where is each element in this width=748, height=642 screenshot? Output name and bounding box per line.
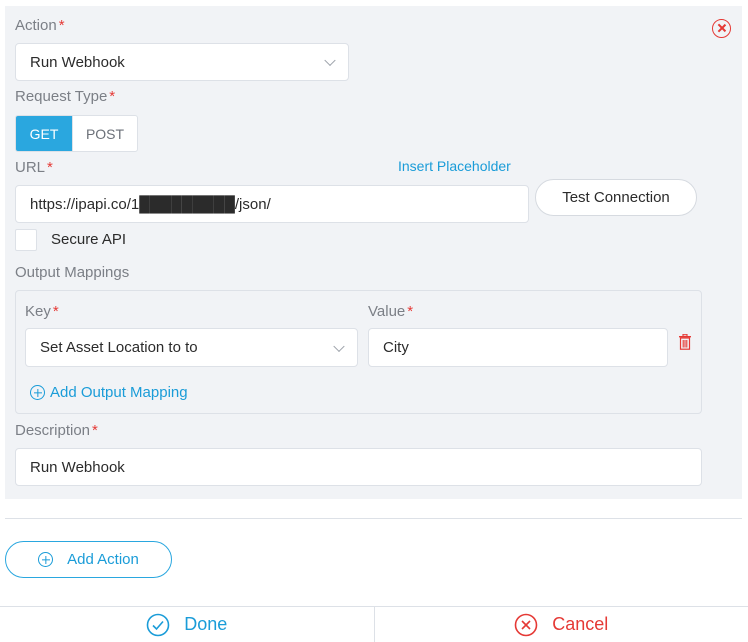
mapping-value-label: Value * xyxy=(368,303,414,320)
chevron-down-icon xyxy=(324,54,336,67)
cancel-label: Cancel xyxy=(552,614,609,634)
url-label: URL * xyxy=(15,159,53,176)
insert-placeholder-link[interactable]: Insert Placeholder xyxy=(398,158,511,174)
mapping-value-input[interactable]: City xyxy=(368,328,668,367)
done-label: Done xyxy=(184,614,228,634)
output-mappings-label: Output Mappings xyxy=(15,264,130,281)
section-divider xyxy=(5,518,742,519)
add-output-mapping-link[interactable]: Add Output Mapping xyxy=(30,384,188,401)
secure-api-checkbox[interactable] xyxy=(15,229,37,251)
trash-icon[interactable] xyxy=(678,334,692,350)
test-connection-button[interactable]: Test Connection xyxy=(535,179,697,216)
request-type-label: Request Type * xyxy=(15,88,116,105)
remove-action-icon[interactable] xyxy=(712,19,731,38)
check-circle-icon xyxy=(146,613,170,636)
request-type-get[interactable]: GET xyxy=(16,116,72,151)
add-output-mapping-label: Add Output Mapping xyxy=(50,384,188,401)
footer-bar: Done Cancel xyxy=(0,606,748,642)
add-action-label: Add Action xyxy=(67,551,139,568)
description-input[interactable]: Run Webhook xyxy=(15,448,702,486)
action-select-value: Run Webhook xyxy=(30,53,125,71)
description-label: Description * xyxy=(15,422,98,439)
request-type-toggle: GET POST xyxy=(15,115,138,152)
close-circle-icon xyxy=(514,613,538,636)
plus-circle-icon xyxy=(38,552,54,567)
action-label: Action * xyxy=(15,17,65,34)
url-input-value: https://ipapi.co/1█████████/json/ xyxy=(30,195,271,213)
cancel-button[interactable]: Cancel xyxy=(373,607,748,642)
add-action-button[interactable]: Add Action xyxy=(5,541,172,578)
secure-api-label: Secure API xyxy=(51,231,127,248)
url-input[interactable]: https://ipapi.co/1█████████/json/ xyxy=(15,185,529,223)
request-type-post[interactable]: POST xyxy=(72,116,137,151)
mapping-key-label: Key * xyxy=(25,303,59,320)
mapping-key-value: Set Asset Location to to xyxy=(40,339,198,356)
action-select[interactable]: Run Webhook xyxy=(15,43,349,81)
mapping-key-select[interactable]: Set Asset Location to to xyxy=(25,328,358,367)
plus-circle-icon xyxy=(30,385,45,400)
description-input-value: Run Webhook xyxy=(30,458,125,476)
mapping-value-text: City xyxy=(383,339,409,356)
chevron-down-icon xyxy=(333,340,345,352)
done-button[interactable]: Done xyxy=(0,607,374,642)
